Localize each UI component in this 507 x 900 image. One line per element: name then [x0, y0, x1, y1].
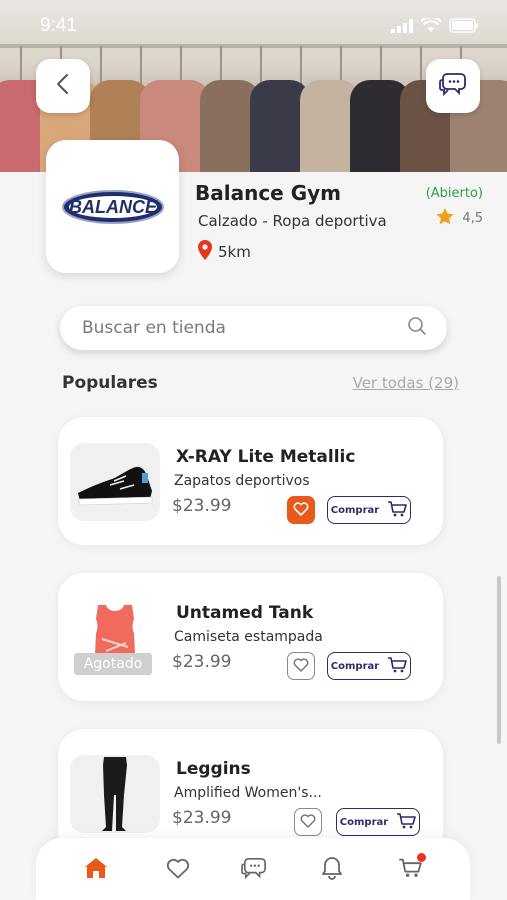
buy-button-label: Comprar: [330, 660, 380, 672]
tab-cart[interactable]: [396, 853, 426, 884]
star-icon: [436, 208, 454, 229]
tab-favorites[interactable]: [164, 856, 192, 884]
see-all-link[interactable]: Ver todas (29): [353, 374, 459, 392]
sold-out-badge: Agotado: [74, 653, 152, 675]
status-bar: 9:41: [0, 0, 507, 50]
heart-icon: [293, 501, 309, 520]
chat-icon: [439, 71, 467, 101]
search-input[interactable]: [82, 318, 407, 338]
buy-button-label: Comprar: [330, 504, 380, 516]
product-subtitle: Camiseta estampada: [174, 629, 323, 645]
product-price: $23.99: [172, 652, 232, 672]
search-icon[interactable]: [407, 316, 427, 340]
chat-button[interactable]: [426, 59, 480, 113]
section-title-popular: Populares: [62, 373, 158, 393]
back-button[interactable]: [36, 59, 90, 113]
store-name: Balance Gym: [195, 181, 342, 205]
favorite-button[interactable]: [287, 496, 315, 524]
chevron-left-icon: [55, 73, 71, 99]
buy-button[interactable]: Comprar: [327, 496, 411, 524]
product-subtitle: Amplified Women's...: [174, 785, 322, 801]
product-subtitle: Zapatos deportivos: [174, 473, 310, 489]
product-card[interactable]: X-RAY Lite Metallic Zapatos deportivos $…: [58, 417, 443, 545]
buy-button[interactable]: Comprar: [327, 652, 411, 680]
product-price: $23.99: [172, 808, 232, 828]
chat-icon: [241, 856, 267, 884]
heart-icon: [293, 657, 309, 676]
heart-icon: [300, 813, 316, 832]
status-time: 9:41: [40, 15, 77, 36]
product-card[interactable]: Agotado Untamed Tank Camiseta estampada …: [58, 573, 443, 701]
tab-home[interactable]: [82, 856, 110, 884]
product-title: X-RAY Lite Metallic: [176, 447, 356, 467]
store-distance: 5km: [198, 240, 251, 264]
bottom-tab-bar: [36, 838, 470, 900]
scrollbar[interactable]: [497, 576, 501, 744]
location-pin-icon: [198, 240, 212, 264]
buy-button[interactable]: Comprar: [336, 808, 420, 836]
product-title: Leggins: [176, 759, 251, 779]
favorite-button[interactable]: [287, 652, 315, 680]
store-rating-value: 4,5: [462, 211, 483, 226]
buy-button-label: Comprar: [339, 816, 389, 828]
store-open-status: (Abierto): [425, 186, 483, 201]
cart-badge: [417, 853, 426, 862]
product-title: Untamed Tank: [176, 603, 314, 623]
store-logo-text: BALANCE: [69, 197, 158, 217]
store-category: Calzado - Ropa deportiva: [198, 212, 387, 230]
store-rating: 4,5: [436, 208, 483, 229]
signal-icon: [391, 18, 413, 37]
battery-icon: [449, 18, 479, 37]
product-price: $23.99: [172, 496, 232, 516]
heart-icon: [166, 858, 190, 883]
store-distance-value: 5km: [218, 243, 251, 261]
cart-icon: [387, 500, 408, 520]
favorite-button[interactable]: [294, 808, 322, 836]
cart-icon: [396, 812, 417, 832]
bell-icon: [321, 856, 343, 884]
cart-icon: [387, 656, 408, 676]
store-search-bar[interactable]: [60, 306, 447, 350]
home-icon: [84, 857, 108, 883]
product-image: [70, 755, 160, 833]
store-logo-image: BALANCE: [61, 189, 164, 224]
cart-icon: [398, 858, 422, 882]
tab-notifications[interactable]: [318, 856, 346, 884]
tab-messages[interactable]: [240, 856, 268, 884]
store-logo: BALANCE: [46, 140, 179, 273]
product-image: [70, 443, 160, 521]
wifi-icon: [420, 16, 442, 37]
